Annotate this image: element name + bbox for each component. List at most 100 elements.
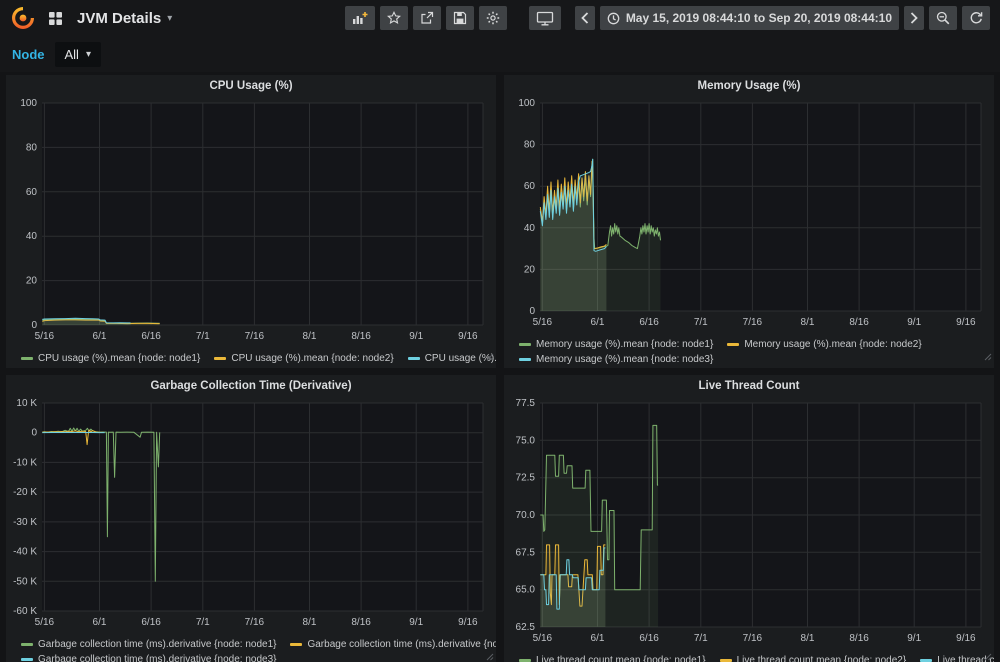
legend-item[interactable]: CPU usage (%).mean {node: node1} (21, 353, 200, 364)
clock-icon (607, 12, 620, 25)
live-thread-count-legend: Live thread count.mean {node: node1} Live… (504, 652, 994, 662)
panel-title-cpu-usage[interactable]: CPU Usage (%) (6, 75, 496, 97)
series-color-dash (21, 643, 33, 646)
legend-item[interactable]: Garbage collection time (ms).derivative … (21, 654, 276, 662)
dashboard-grid: CPU Usage (%) 0204060801005/166/16/167/1… (0, 72, 1000, 662)
legend-item[interactable]: Garbage collection time (ms).derivative … (21, 639, 276, 650)
svg-text:10 K: 10 K (16, 398, 37, 409)
legend-item[interactable]: Memory usage (%).mean {node: node3} (519, 354, 713, 365)
legend-item[interactable]: Garbage collection time (ms).derivative … (290, 639, 496, 650)
dashboard-title-dropdown[interactable]: JVM Details ▾ (77, 10, 172, 27)
refresh-button[interactable] (962, 6, 990, 30)
navbar: JVM Details ▾ (0, 0, 1000, 36)
svg-text:8/16: 8/16 (849, 633, 869, 644)
time-range-picker-button[interactable]: May 15, 2019 08:44:10 to Sep 20, 2019 08… (600, 6, 899, 30)
svg-text:80: 80 (26, 142, 38, 153)
svg-text:9/1: 9/1 (409, 331, 423, 342)
svg-text:70.0: 70.0 (516, 510, 536, 521)
svg-text:60: 60 (524, 181, 536, 192)
svg-text:5/16: 5/16 (533, 317, 553, 328)
svg-text:0: 0 (31, 320, 37, 331)
legend-item[interactable]: Live thread count.mean {node: node3} (920, 655, 994, 662)
refresh-icon (969, 11, 983, 25)
series-color-dash (727, 343, 739, 346)
dashboard-picker-icon[interactable] (48, 11, 63, 26)
svg-text:20: 20 (26, 276, 38, 287)
garbage-collection-legend: Garbage collection time (ms).derivative … (6, 636, 496, 662)
panel-resize-handle[interactable] (486, 648, 494, 662)
zoom-out-time-button[interactable] (929, 6, 957, 30)
svg-text:7/16: 7/16 (743, 633, 763, 644)
time-range-label: May 15, 2019 08:44:10 to Sep 20, 2019 08… (626, 11, 892, 25)
svg-text:60: 60 (26, 187, 38, 198)
svg-text:7/16: 7/16 (245, 331, 265, 342)
svg-text:77.5: 77.5 (516, 398, 536, 409)
time-range-back-button[interactable] (575, 6, 595, 30)
svg-text:6/1: 6/1 (591, 633, 605, 644)
svg-text:9/1: 9/1 (409, 617, 423, 628)
svg-text:75.0: 75.0 (516, 435, 536, 446)
svg-text:8/16: 8/16 (849, 317, 869, 328)
legend-label: Live thread count.mean {node: node1} (536, 655, 706, 662)
page-title: JVM Details (77, 10, 161, 27)
time-range-forward-button[interactable] (904, 6, 924, 30)
series-color-dash (21, 658, 33, 661)
star-dashboard-button[interactable] (380, 6, 408, 30)
svg-text:0: 0 (529, 306, 535, 317)
legend-item[interactable]: Live thread count.mean {node: node2} (720, 655, 907, 662)
svg-text:5/16: 5/16 (35, 331, 55, 342)
svg-text:-50 K: -50 K (13, 576, 37, 587)
series-color-dash (519, 358, 531, 361)
gear-icon (486, 11, 500, 25)
legend-label: CPU usage (%).mean {node: node1} (38, 353, 200, 364)
legend-item[interactable]: Memory usage (%).mean {node: node1} (519, 339, 713, 350)
panel-live-thread-count: Live Thread Count 62.565.067.570.072.575… (504, 375, 994, 662)
panel-title-memory-usage[interactable]: Memory Usage (%) (504, 75, 994, 97)
series-color-dash (21, 357, 33, 360)
legend-label: Garbage collection time (ms).derivative … (307, 639, 496, 650)
chevron-right-icon (910, 12, 918, 24)
cpu-usage-chart[interactable]: 0204060801005/166/16/167/17/168/18/169/1… (6, 97, 493, 345)
legend-label: Memory usage (%).mean {node: node2} (744, 339, 921, 350)
legend-item[interactable]: Live thread count.mean {node: node1} (519, 655, 706, 662)
svg-text:-40 K: -40 K (13, 547, 37, 558)
save-dashboard-button[interactable] (446, 6, 474, 30)
cycle-view-mode-button[interactable] (529, 6, 561, 30)
svg-text:9/16: 9/16 (956, 633, 976, 644)
live-thread-count-chart[interactable]: 62.565.067.570.072.575.077.55/166/16/167… (504, 397, 991, 647)
panel-title-garbage-collection-time[interactable]: Garbage Collection Time (Derivative) (6, 375, 496, 397)
svg-text:-20 K: -20 K (13, 487, 37, 498)
panel-resize-handle[interactable] (486, 348, 494, 366)
svg-text:6/1: 6/1 (591, 317, 605, 328)
svg-text:9/16: 9/16 (458, 331, 478, 342)
share-dashboard-button[interactable] (413, 6, 441, 30)
garbage-collection-chart[interactable]: 10 K0-10 K-20 K-30 K-40 K-50 K-60 K5/166… (6, 397, 493, 631)
svg-text:-10 K: -10 K (13, 457, 37, 468)
dashboard-settings-button[interactable] (479, 6, 507, 30)
add-panel-button[interactable] (345, 6, 375, 30)
variable-value-dropdown[interactable]: All ▾ (55, 42, 101, 67)
svg-text:8/16: 8/16 (351, 617, 371, 628)
legend-item[interactable]: CPU usage (%).mean {node: node2} (214, 353, 393, 364)
svg-text:8/1: 8/1 (303, 617, 317, 628)
panel-title-live-thread-count[interactable]: Live Thread Count (504, 375, 994, 397)
grafana-logo-icon[interactable] (10, 5, 36, 31)
legend-item[interactable]: Memory usage (%).mean {node: node2} (727, 339, 921, 350)
chevron-left-icon (581, 12, 589, 24)
svg-text:9/16: 9/16 (956, 317, 976, 328)
panel-resize-handle[interactable] (984, 348, 992, 366)
svg-text:8/16: 8/16 (351, 331, 371, 342)
svg-text:80: 80 (524, 140, 536, 151)
legend-item[interactable]: CPU usage (%).mean {node: node3} (408, 353, 496, 364)
memory-usage-chart[interactable]: 0204060801005/166/16/167/17/168/18/169/1… (504, 97, 991, 331)
chevron-down-icon: ▾ (167, 13, 172, 24)
svg-text:6/16: 6/16 (141, 617, 161, 628)
svg-text:6/16: 6/16 (639, 317, 659, 328)
panel-cpu-usage: CPU Usage (%) 0204060801005/166/16/167/1… (6, 75, 496, 368)
svg-text:9/1: 9/1 (907, 633, 921, 644)
zoom-out-icon (936, 11, 950, 25)
legend-label: Live thread count.mean {node: node2} (737, 655, 907, 662)
svg-text:8/1: 8/1 (801, 317, 815, 328)
svg-text:6/1: 6/1 (93, 617, 107, 628)
panel-resize-handle[interactable] (984, 648, 992, 662)
